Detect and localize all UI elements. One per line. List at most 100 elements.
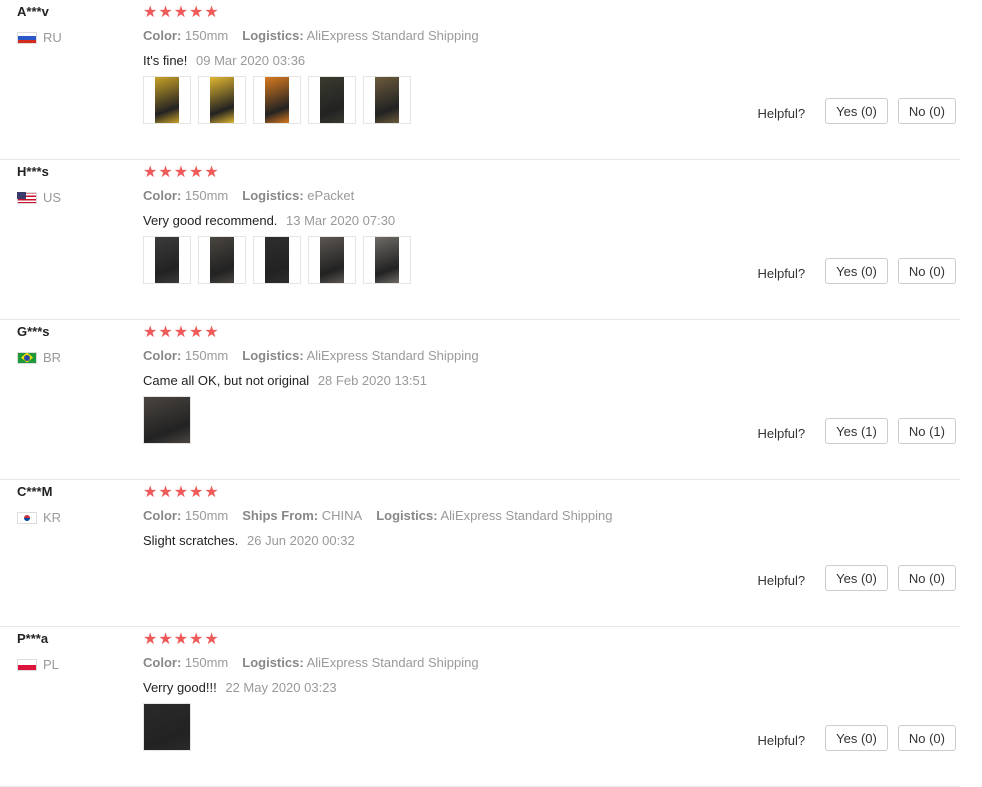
order-attribute-key: Color: <box>143 655 182 670</box>
order-attribute: Logistics: AliExpress Standard Shipping <box>242 28 478 43</box>
helpful-yes-button[interactable]: Yes (0) <box>825 98 888 124</box>
order-attribute: Logistics: AliExpress Standard Shipping <box>242 655 478 670</box>
order-attribute-key: Logistics: <box>376 508 438 523</box>
reviewer-name: C***M <box>17 484 53 499</box>
helpful-label: Helpful? <box>757 105 806 121</box>
review-photo-thumbnail[interactable] <box>198 76 246 124</box>
country-code: PL <box>43 657 59 672</box>
review-photo-thumbnail[interactable] <box>143 236 191 284</box>
review-photo-thumbnail[interactable] <box>143 76 191 124</box>
helpful-yes-button[interactable]: Yes (0) <box>825 725 888 751</box>
photo-image <box>144 397 190 443</box>
order-info: Color: 150mm Logistics: AliExpress Standa… <box>143 655 960 670</box>
review-text-line: Slight scratches. 26 Jun 2020 00:32 <box>143 533 960 548</box>
review-text-line: Verry good!!! 22 May 2020 03:23 <box>143 680 960 695</box>
rating-stars: ★★★★★ <box>143 631 220 648</box>
order-attribute-value: 150mm <box>184 508 229 523</box>
review-photo-thumbnail[interactable] <box>308 236 356 284</box>
order-attribute-value: 150mm <box>184 348 229 363</box>
helpful-vote: Helpful? Yes (1) No (1) <box>757 418 956 444</box>
helpful-vote: Helpful? Yes (0) No (0) <box>757 258 956 284</box>
order-attribute: Color: 150mm <box>143 348 228 363</box>
review-item: A***v RU ★★★★★ Color: 150mm Logistics: Al… <box>0 0 960 160</box>
order-info: Color: 150mm Logistics: AliExpress Standa… <box>143 28 960 43</box>
order-attribute-key: Logistics: <box>242 28 304 43</box>
helpful-vote: Helpful? Yes (0) No (0) <box>757 98 956 124</box>
order-attribute-key: Logistics: <box>242 655 304 670</box>
review-text: It's fine! <box>143 53 188 68</box>
photo-image <box>155 77 179 123</box>
review-item: C***M KR ★★★★★ Color: 150mm Ships From: C… <box>0 480 960 627</box>
order-attribute-key: Color: <box>143 348 182 363</box>
order-attribute-key: Logistics: <box>242 188 304 203</box>
order-attribute-value: ePacket <box>307 188 355 203</box>
review-photo-thumbnail[interactable] <box>308 76 356 124</box>
review-text-line: Very good recommend. 13 Mar 2020 07:30 <box>143 213 960 228</box>
review-item: P***a PL ★★★★★ Color: 150mm Logistics: Al… <box>0 627 960 787</box>
country-flag-icon <box>17 191 37 204</box>
reviewer-country: PL <box>17 657 59 672</box>
review-text: Slight scratches. <box>143 533 239 548</box>
photo-image <box>265 237 289 283</box>
country-flag-icon <box>17 351 37 364</box>
order-attribute-key: Ships From: <box>242 508 319 523</box>
helpful-yes-button[interactable]: Yes (1) <box>825 418 888 444</box>
country-flag-icon <box>17 511 37 524</box>
photo-image <box>210 237 234 283</box>
review-text: Verry good!!! <box>143 680 217 695</box>
review-photo-thumbnail[interactable] <box>363 76 411 124</box>
review-date: 13 Mar 2020 07:30 <box>286 213 396 228</box>
helpful-label: Helpful? <box>757 572 806 588</box>
order-attribute: Logistics: ePacket <box>242 188 354 203</box>
photo-image <box>320 77 344 123</box>
helpful-no-button[interactable]: No (0) <box>897 725 956 751</box>
review-photo-thumbnail[interactable] <box>363 236 411 284</box>
reviewer-info: H***s US <box>17 164 61 205</box>
reviewer-info: P***a PL <box>17 631 59 672</box>
order-attribute-key: Logistics: <box>242 348 304 363</box>
order-info: Color: 150mm Ships From: CHINA Logistics: … <box>143 508 960 523</box>
order-attribute: Logistics: AliExpress Standard Shipping <box>242 348 478 363</box>
reviewer-name: G***s <box>17 324 50 339</box>
country-flag-icon <box>17 658 37 671</box>
review-text-line: Came all OK, but not original 28 Feb 202… <box>143 373 960 388</box>
photo-image <box>144 704 190 750</box>
review-photo-thumbnail[interactable] <box>143 703 191 751</box>
helpful-no-button[interactable]: No (0) <box>897 258 956 284</box>
review-list: A***v RU ★★★★★ Color: 150mm Logistics: Al… <box>0 0 982 787</box>
order-attribute-value: AliExpress Standard Shipping <box>306 348 479 363</box>
review-photo-thumbnail[interactable] <box>198 236 246 284</box>
helpful-yes-button[interactable]: Yes (0) <box>825 565 888 591</box>
helpful-vote: Helpful? Yes (0) No (0) <box>757 565 956 591</box>
order-attribute-value: 150mm <box>184 188 229 203</box>
reviewer-name: H***s <box>17 164 49 179</box>
photo-image <box>210 77 234 123</box>
helpful-label: Helpful? <box>757 265 806 281</box>
order-info: Color: 150mm Logistics: AliExpress Standa… <box>143 348 960 363</box>
review-item: H***s US ★★★★★ Color: 150mm Logistics: eP… <box>0 160 960 320</box>
rating-stars: ★★★★★ <box>143 4 220 21</box>
order-info: Color: 150mm Logistics: ePacket <box>143 188 960 203</box>
order-attribute-value: AliExpress Standard Shipping <box>306 655 479 670</box>
helpful-no-button[interactable]: No (0) <box>897 565 956 591</box>
order-attribute-value: 150mm <box>184 28 229 43</box>
photo-image <box>375 77 399 123</box>
review-photo-thumbnail[interactable] <box>253 76 301 124</box>
review-date: 26 Jun 2020 00:32 <box>247 533 355 548</box>
helpful-no-button[interactable]: No (1) <box>897 418 956 444</box>
reviewer-info: G***s BR <box>17 324 61 365</box>
country-code: RU <box>43 30 62 45</box>
order-attribute: Ships From: CHINA <box>242 508 362 523</box>
review-body: ★★★★★ Color: 150mm Ships From: CHINA Logis… <box>143 484 960 548</box>
review-text-line: It's fine! 09 Mar 2020 03:36 <box>143 53 960 68</box>
reviewer-country: RU <box>17 30 62 45</box>
helpful-yes-button[interactable]: Yes (0) <box>825 258 888 284</box>
review-photo-thumbnail[interactable] <box>143 396 191 444</box>
helpful-no-button[interactable]: No (0) <box>897 98 956 124</box>
order-attribute: Color: 150mm <box>143 655 228 670</box>
reviewer-country: KR <box>17 510 61 525</box>
review-photo-thumbnail[interactable] <box>253 236 301 284</box>
photo-image <box>155 237 179 283</box>
helpful-vote: Helpful? Yes (0) No (0) <box>757 725 956 751</box>
photo-image <box>375 237 399 283</box>
